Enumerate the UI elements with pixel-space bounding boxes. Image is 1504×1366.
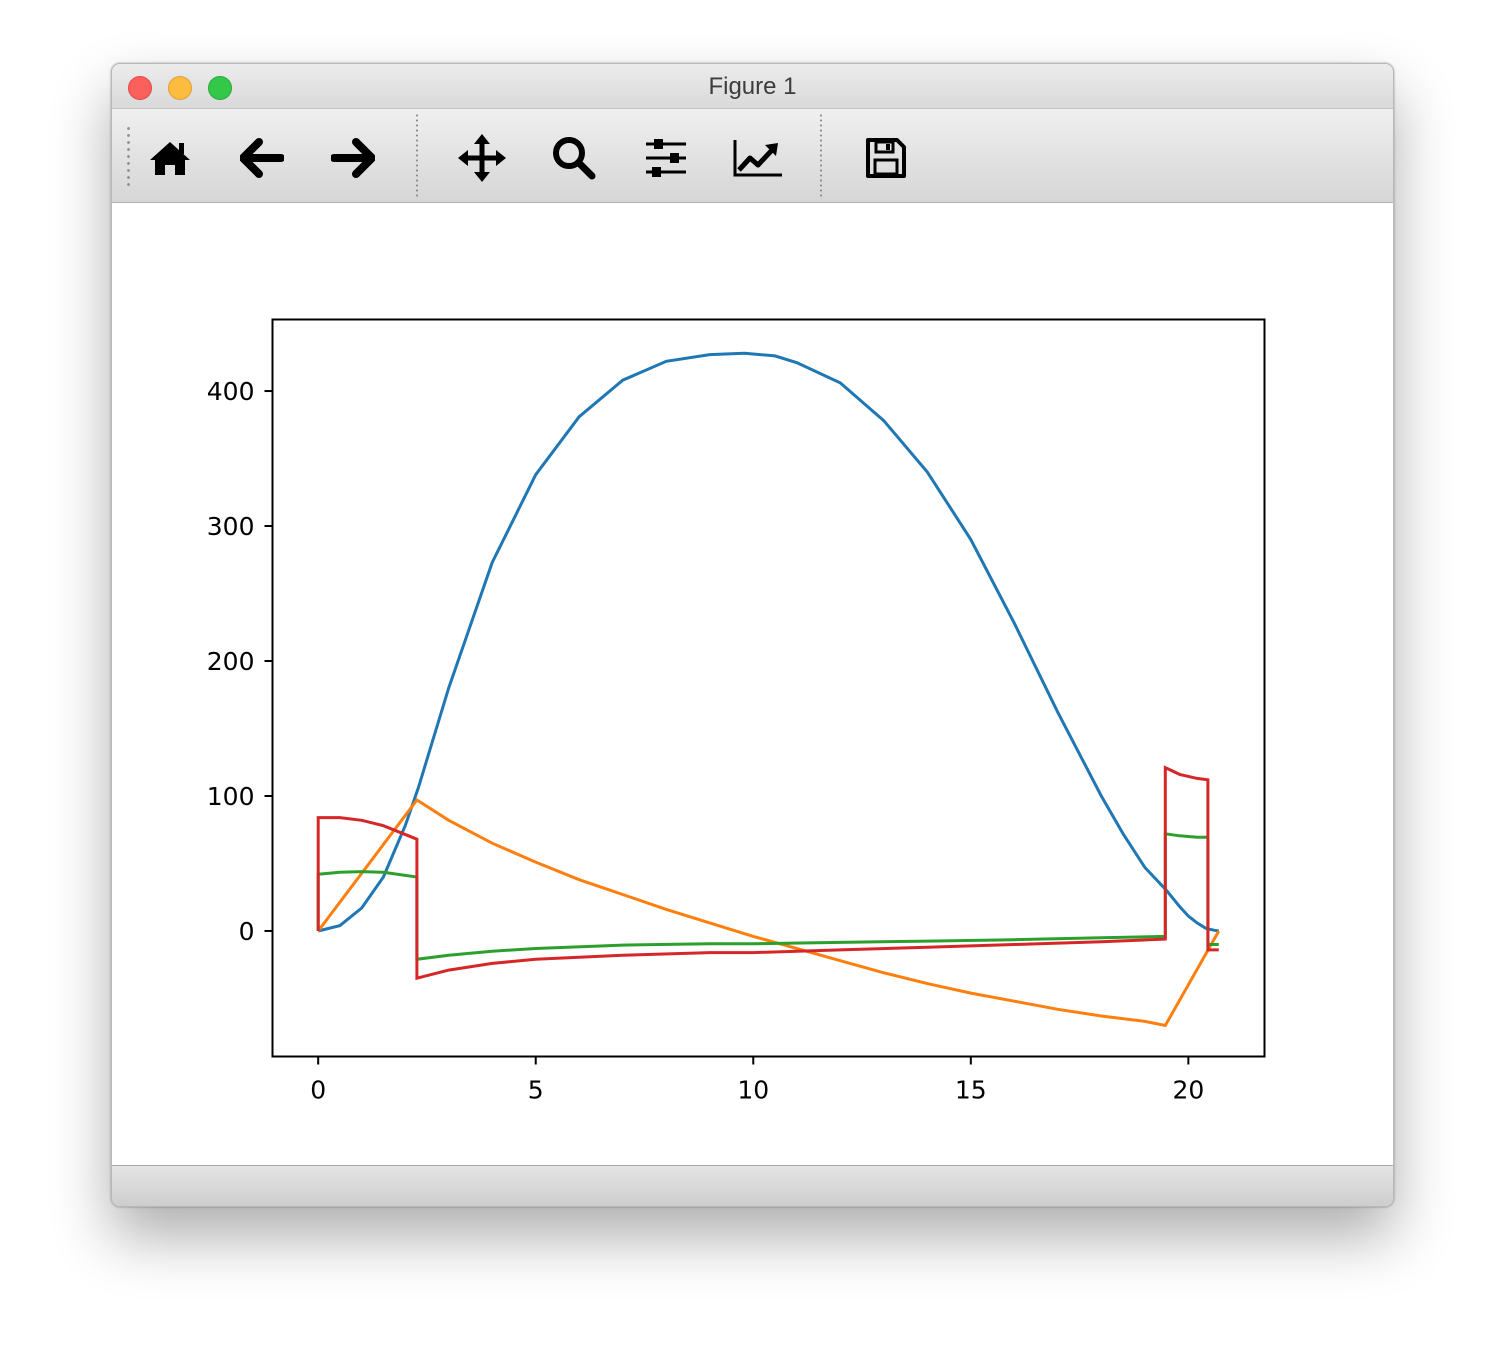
x-tick-label: 15: [955, 1076, 987, 1105]
save-button[interactable]: [858, 133, 914, 183]
y-tick-label: 100: [207, 782, 255, 811]
home-button[interactable]: [142, 133, 198, 183]
pan-button[interactable]: [454, 133, 510, 183]
magnifier-icon: [553, 137, 596, 180]
forward-button[interactable]: [325, 133, 381, 183]
edit-axes-button[interactable]: [730, 133, 786, 183]
axes-frame: [271, 318, 1266, 1058]
floppy-disk-icon: [866, 138, 906, 178]
toolbar-grip[interactable]: [127, 125, 130, 189]
configure-subplots-button[interactable]: [638, 133, 694, 183]
title-bar[interactable]: Figure 1: [112, 64, 1393, 109]
back-button[interactable]: [234, 133, 290, 183]
x-tick-label: 0: [310, 1076, 326, 1105]
toolbar-separator: [416, 113, 418, 199]
arrow-left-icon: [240, 138, 284, 178]
axis-ticks: 0 5 10 15 200100200300400: [207, 377, 1204, 1104]
window-title: Figure 1: [708, 73, 797, 100]
line-chart-icon: [733, 140, 782, 177]
home-icon: [150, 142, 190, 175]
x-tick-label: 10: [737, 1076, 769, 1105]
figure-window: Figure 1 0 5 10 15 20 0 100 200 300 400: [111, 63, 1394, 1207]
arrow-right-icon: [331, 138, 375, 178]
series-line-2: [317, 797, 1221, 1028]
plot-svg[interactable]: 0 5 10 15 200100200300400: [112, 203, 1393, 1165]
y-tick-label: 200: [207, 647, 255, 676]
zoom-button[interactable]: [546, 133, 602, 183]
series-line-1: [317, 351, 1220, 933]
y-tick-label: 400: [207, 377, 255, 406]
y-tick-label: 0: [239, 917, 255, 946]
x-tick-label: 5: [528, 1076, 544, 1105]
navigation-toolbar: [112, 109, 1393, 203]
toolbar-separator: [820, 113, 822, 199]
sliders-icon: [646, 139, 686, 177]
status-bar: [112, 1165, 1393, 1206]
plot-lines: [316, 351, 1221, 1028]
move-arrows-icon: [458, 134, 506, 182]
x-tick-label: 20: [1172, 1076, 1204, 1105]
y-tick-label: 300: [207, 512, 255, 541]
figure-canvas[interactable]: 0 5 10 15 20 0 100 200 300 400: [112, 203, 1393, 1165]
series-line-4: [316, 765, 1219, 981]
